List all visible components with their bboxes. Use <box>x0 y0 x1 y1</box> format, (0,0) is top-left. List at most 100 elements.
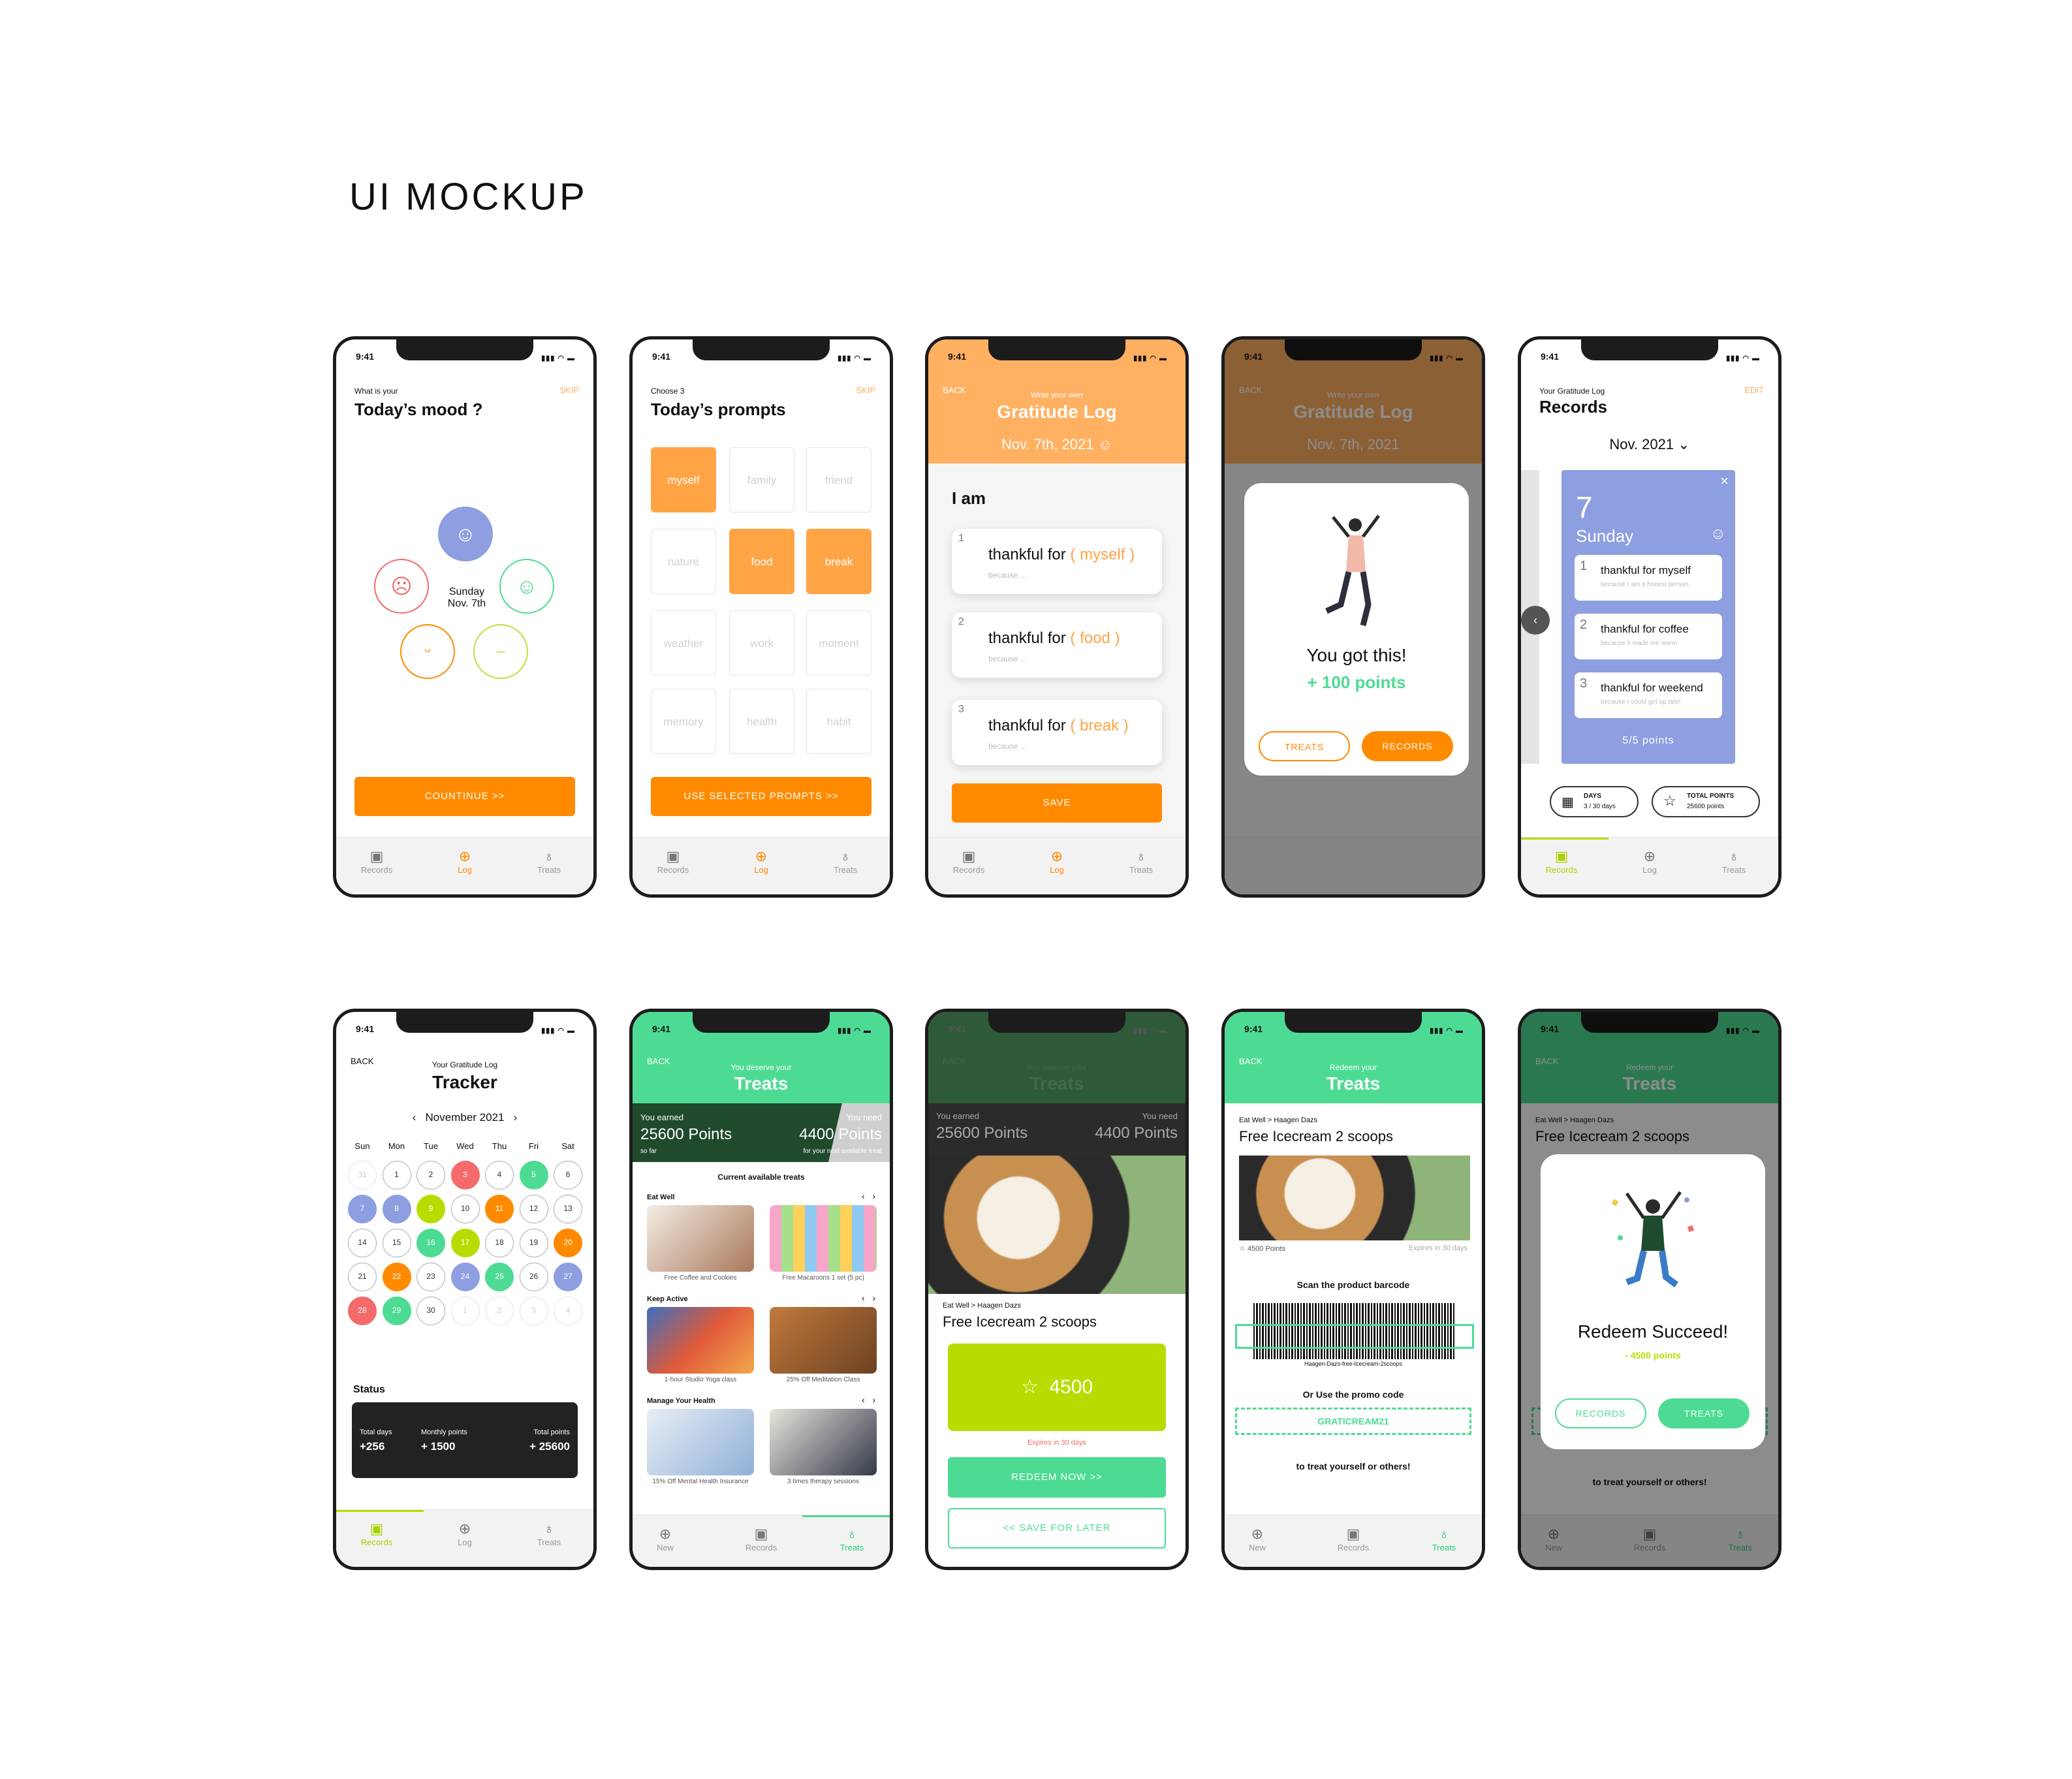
tab-records[interactable]: ▣ Records <box>344 848 409 875</box>
prompt-chip[interactable]: myself <box>651 447 716 512</box>
record-entry[interactable]: 2 thankful for coffee because it made me… <box>1575 614 1722 659</box>
skip-button[interactable]: SKIP <box>559 385 579 395</box>
calendar-day[interactable]: 8 <box>382 1195 411 1223</box>
calendar-day[interactable]: 27 <box>554 1263 582 1291</box>
tab-log[interactable]: ⊕ Log <box>432 1520 497 1547</box>
calendar-day[interactable]: 17 <box>450 1229 480 1257</box>
redeem-now-button[interactable]: REDEEM NOW >> <box>948 1457 1166 1498</box>
calendar-day[interactable]: 30 <box>416 1297 445 1325</box>
annoyed-face-icon[interactable]: ᵕ <box>400 624 455 679</box>
prompt-chip[interactable]: moment <box>806 610 871 676</box>
log-entry[interactable]: 2 thankful for ( food ) because ... <box>952 612 1162 678</box>
record-entry[interactable]: 3 thankful for weekend because I could g… <box>1575 672 1722 718</box>
prompt-chip[interactable]: food <box>729 529 794 594</box>
meditation-image[interactable] <box>770 1307 877 1374</box>
calendar-day[interactable]: 15 <box>382 1229 411 1257</box>
continue-button[interactable]: COUNTINUE >> <box>354 777 575 816</box>
save-for-later-button[interactable]: << SAVE FOR LATER <box>948 1508 1166 1549</box>
days-pill[interactable]: ▦ DAYS 3 / 30 days <box>1550 786 1639 817</box>
previous-day-button[interactable]: ‹ <box>1521 606 1550 635</box>
calendar-day[interactable]: 16 <box>416 1229 445 1257</box>
tab-treats[interactable]: ♁ Treats <box>1108 848 1174 875</box>
calendar-day[interactable]: 24 <box>450 1263 480 1291</box>
calendar-day[interactable]: 1 <box>382 1161 411 1189</box>
total-points-pill[interactable]: ☆ TOTAL POINTS 25600 points <box>1652 786 1760 817</box>
calendar-day[interactable]: 28 <box>348 1297 377 1325</box>
calendar-day[interactable]: 23 <box>416 1263 445 1291</box>
calendar-day[interactable]: 7 <box>348 1195 377 1223</box>
smile-face-icon[interactable]: ☺ <box>499 559 554 614</box>
calendar-day[interactable]: 12 <box>519 1195 548 1223</box>
tab-treats[interactable]: ♁ Treats <box>813 848 878 875</box>
tab-treats[interactable]: ♁ Treats <box>516 1520 582 1547</box>
calendar-day[interactable]: 11 <box>485 1195 514 1223</box>
macaroons-image[interactable] <box>770 1205 877 1272</box>
prompt-chip[interactable]: work <box>729 610 794 676</box>
tab-treats[interactable]: ♁ Treats <box>819 1526 885 1552</box>
skip-button[interactable]: SKIP <box>856 385 875 395</box>
therapy-image[interactable] <box>770 1409 877 1475</box>
promo-code[interactable]: GRATICREAM21 <box>1235 1408 1471 1435</box>
calendar-day[interactable]: 2 <box>485 1297 514 1325</box>
tab-records[interactable]: ▣ Records <box>344 1520 409 1547</box>
insurance-image[interactable] <box>647 1409 754 1475</box>
calendar-day[interactable]: 29 <box>382 1297 411 1325</box>
tab-records[interactable]: ▣ Records <box>1321 1526 1386 1552</box>
edit-button[interactable]: EDIT <box>1744 385 1764 395</box>
log-entry[interactable]: 1 thankful for ( myself ) because ... <box>952 529 1162 594</box>
records-button[interactable]: RECORDS <box>1555 1398 1646 1428</box>
log-entry[interactable]: 3 thankful for ( break ) because ... <box>952 700 1162 765</box>
yoga-image[interactable] <box>647 1307 754 1374</box>
calendar-day[interactable]: 25 <box>485 1263 514 1291</box>
calendar-day[interactable]: 10 <box>450 1195 480 1223</box>
calendar-day[interactable]: 1 <box>450 1297 480 1325</box>
calendar-day[interactable]: 13 <box>554 1195 582 1223</box>
tab-log[interactable]: ⊕ Log <box>1024 848 1090 875</box>
tab-records[interactable]: ▣ Records <box>936 848 1001 875</box>
prompt-chip[interactable]: nature <box>651 529 716 594</box>
calendar-day[interactable]: 14 <box>348 1229 377 1257</box>
tab-treats[interactable]: ♁ Treats <box>1411 1526 1477 1552</box>
calendar-day[interactable]: 18 <box>485 1229 514 1257</box>
calendar-day[interactable]: 31 <box>348 1161 377 1189</box>
calendar-day[interactable]: 6 <box>554 1161 582 1189</box>
happy-face-icon[interactable]: ☺ <box>438 507 493 561</box>
calendar-day[interactable]: 22 <box>382 1263 411 1291</box>
calendar-day[interactable]: 4 <box>554 1297 582 1325</box>
calendar-day[interactable]: 26 <box>519 1263 548 1291</box>
calendar-day[interactable]: 19 <box>519 1229 548 1257</box>
prompt-chip[interactable]: weather <box>651 610 716 676</box>
neutral-face-icon[interactable]: – <box>473 624 528 679</box>
calendar-day[interactable]: 4 <box>485 1161 514 1189</box>
tab-log[interactable]: ⊕ Log <box>729 848 794 875</box>
prompt-chip[interactable]: memory <box>651 689 716 754</box>
calendar-day[interactable]: 3 <box>450 1161 480 1189</box>
records-button[interactable]: RECORDS <box>1362 731 1453 761</box>
treats-button[interactable]: TREATS <box>1259 731 1350 761</box>
calendar-day[interactable]: 21 <box>348 1263 377 1291</box>
record-entry[interactable]: 1 thankful for myself because I am a hon… <box>1575 555 1722 601</box>
tab-treats[interactable]: ♁ Treats <box>516 848 582 875</box>
save-button[interactable]: SAVE <box>952 783 1162 823</box>
prompt-chip[interactable]: friend <box>806 447 871 512</box>
tab-log[interactable]: ⊕ Log <box>432 848 497 875</box>
calendar-day[interactable]: 2 <box>416 1161 445 1189</box>
month-selector[interactable]: Nov. 2021 ⌄ <box>1521 436 1778 453</box>
tab-records[interactable]: ▣ Records <box>729 1526 794 1552</box>
prompt-chip[interactable]: health <box>729 689 794 754</box>
tab-log[interactable]: ⊕ Log <box>1617 848 1682 875</box>
treats-button[interactable]: TREATS <box>1658 1398 1750 1428</box>
calendar-day[interactable]: 9 <box>416 1195 445 1223</box>
coffee-image[interactable] <box>647 1205 754 1272</box>
tab-treats[interactable]: ♁ Treats <box>1701 848 1766 875</box>
prompt-chip[interactable]: family <box>729 447 794 512</box>
close-icon[interactable]: × <box>1720 473 1729 490</box>
sad-face-icon[interactable]: ☹ <box>374 559 429 614</box>
tab-records[interactable]: ▣ Records <box>640 848 706 875</box>
calendar-day[interactable]: 20 <box>554 1229 582 1257</box>
prompt-chip[interactable]: break <box>806 529 871 594</box>
carousel-arrows[interactable]: ‹ › <box>862 1191 875 1201</box>
tab-records[interactable]: ▣ Records <box>1529 848 1594 875</box>
month-nav[interactable]: ‹ November 2021 › <box>336 1111 593 1124</box>
prompt-chip[interactable]: habit <box>806 689 871 754</box>
